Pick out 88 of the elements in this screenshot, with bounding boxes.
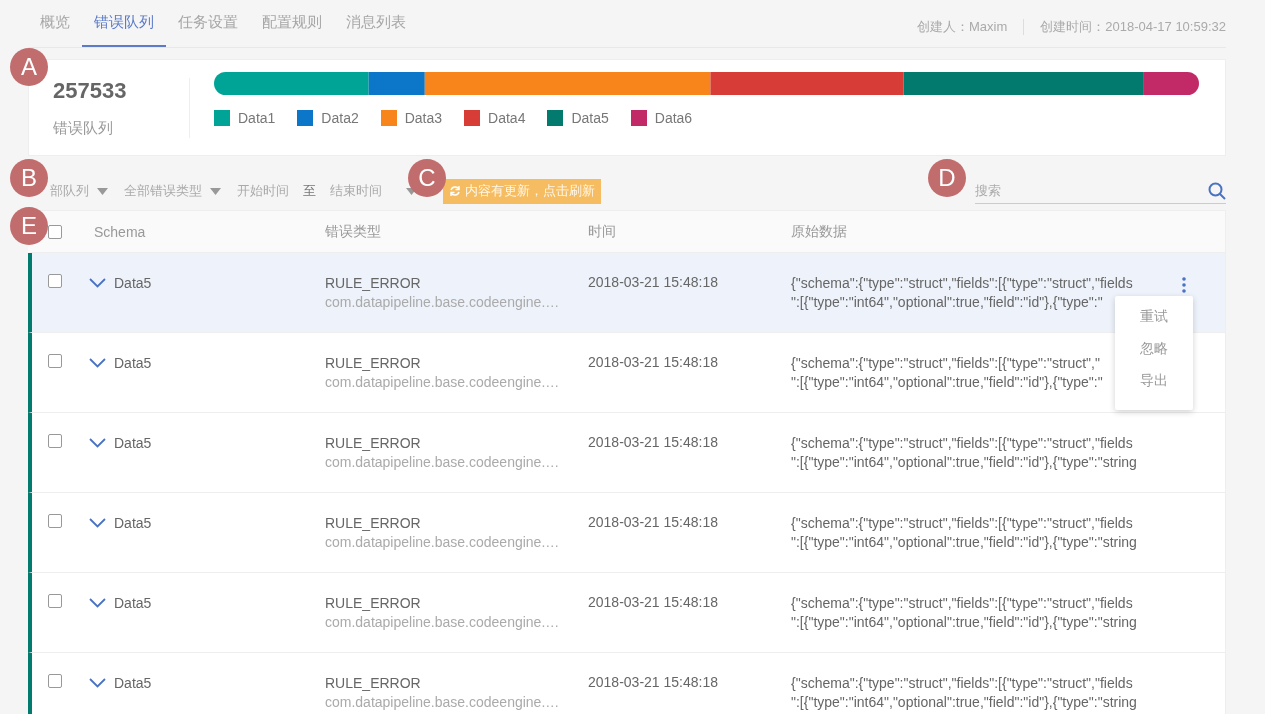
raw-data-line: ":[{"type":"int64","optional":true,"field":"id"},{"type":"	[791, 294, 1103, 310]
caret-icon	[97, 187, 108, 195]
legend-label: Data3	[404, 110, 443, 126]
row-checkbox[interactable]	[48, 594, 62, 608]
schema-cell: Data5	[114, 595, 152, 611]
annotation-marker: C	[408, 159, 446, 197]
tab[interactable]: 配置规则	[250, 13, 334, 47]
raw-data-line: {"schema":{"type":"struct","fields":[{"type":"struct","	[791, 355, 1100, 371]
queue-dropdown[interactable]: 部队列	[50, 182, 108, 200]
menu-item[interactable]: 忽略	[1115, 340, 1193, 372]
table-row[interactable]: Data5 RULE_ERROR com.datapipeline.base.codeengine.… 2018-03-21 15:48:18 {"schema":{"type":"struct","fields":[{"type":"struct","fields ":[{"type":"int64","optional":true,"field":"id"},{"type":"string	[28, 413, 1226, 493]
raw-data-line: ":[{"type":"int64","optional":true,"field":"id"},{"type":"string	[791, 534, 1137, 550]
column-header: Schema	[94, 223, 147, 240]
table-row[interactable]: Data5 RULE_ERROR com.datapipeline.base.codeengine.… 2018-03-21 15:48:18 {"schema":{"type":"struct","fields":[{"type":"struct","fields ":[{"type":"int64","optional":true,"field":"id"},{"type":"string	[28, 573, 1226, 653]
legend-label: Data6	[654, 110, 693, 126]
time-cell-text: 2018-03-21 15:48:18	[588, 514, 719, 530]
time-cell-text: 2018-03-21 15:48:18	[588, 274, 719, 290]
column-header: 原始数据	[791, 222, 848, 241]
error-type-dropdown[interactable]: 全部错误类型	[124, 182, 221, 200]
creator-text: 创建人：Maxim	[917, 18, 1008, 36]
time-cell-text: 2018-03-21 15:48:18	[588, 354, 719, 370]
annotation-marker: A	[10, 48, 48, 86]
row-checkbox[interactable]	[48, 674, 62, 688]
error-detail: com.datapipeline.base.codeengine.…	[325, 534, 560, 550]
summary-label: 错误队列	[53, 118, 114, 138]
tab[interactable]: 错误队列	[82, 13, 166, 47]
chevron-down-icon[interactable]	[89, 518, 106, 528]
time-cell-text: 2018-03-21 15:48:18	[588, 594, 719, 610]
raw-data-line: {"schema":{"type":"struct","fields":[{"type":"struct","fields	[791, 515, 1133, 531]
raw-data-line: ":[{"type":"int64","optional":true,"field":"id"},{"type":"string	[791, 694, 1137, 710]
column-header: 时间	[588, 222, 617, 241]
tab[interactable]: 消息列表	[334, 13, 418, 47]
annotation-marker: B	[10, 159, 48, 197]
table-row[interactable]: Data5 RULE_ERROR com.datapipeline.base.codeengine.… 2018-03-21 15:48:18 {"schema":{"type":"struct","fields":[{"type":"struct","fields ":[{"type":"int64","optional":true,"field":"id"},{"type":"string	[28, 653, 1226, 714]
chevron-down-icon[interactable]	[89, 278, 106, 288]
legend-label: Data4	[488, 110, 526, 126]
error-detail: com.datapipeline.base.codeengine.…	[325, 614, 560, 630]
legend-label: Data1	[238, 110, 276, 126]
raw-data-line: {"schema":{"type":"struct","fields":[{"type":"struct","fields	[791, 435, 1133, 451]
annotation-marker: D	[928, 159, 966, 197]
schema-cell: Data5	[114, 275, 152, 291]
error-type-cell: RULE_ERROR	[325, 595, 421, 611]
raw-data-line: {"schema":{"type":"struct","fields":[{"type":"struct","fields	[791, 675, 1133, 691]
menu-item[interactable]: 导出	[1115, 372, 1193, 404]
schema-cell: Data5	[114, 675, 152, 691]
schema-cell: Data5	[114, 515, 152, 531]
error-detail: com.datapipeline.base.codeengine.…	[325, 374, 560, 390]
legend-label: Data5	[571, 110, 609, 126]
error-type-cell: RULE_ERROR	[325, 435, 421, 451]
chevron-down-icon[interactable]	[89, 358, 106, 368]
caret-icon	[210, 187, 221, 195]
row-checkbox[interactable]	[48, 354, 62, 368]
chevron-down-icon[interactable]	[89, 438, 106, 448]
more-icon[interactable]	[1182, 277, 1186, 293]
chevron-down-icon[interactable]	[89, 678, 106, 688]
raw-data-line: ":[{"type":"int64","optional":true,"field":"id"},{"type":"	[791, 374, 1103, 390]
schema-cell: Data5	[114, 435, 152, 451]
search-field[interactable]: 搜索	[975, 183, 1208, 198]
row-checkbox[interactable]	[48, 434, 62, 448]
time-cell-text: 2018-03-21 15:48:18	[588, 674, 719, 690]
refresh-icon	[449, 185, 461, 197]
error-type-cell: RULE_ERROR	[325, 515, 421, 531]
schema-cell: Data5	[114, 355, 152, 371]
tab[interactable]: 任务设置	[166, 13, 250, 47]
legend-label: Data2	[321, 110, 359, 126]
created-time-text: 创建时间：2018-04-17 10:59:32	[1040, 18, 1226, 36]
annotation-marker: E	[10, 207, 48, 245]
raw-data-line: ":[{"type":"int64","optional":true,"field":"id"},{"type":"string	[791, 614, 1137, 630]
chevron-down-icon[interactable]	[89, 598, 106, 608]
raw-data-line: {"schema":{"type":"struct","fields":[{"type":"struct","fields	[791, 595, 1133, 611]
row-checkbox[interactable]	[48, 274, 62, 288]
error-detail: com.datapipeline.base.codeengine.…	[325, 694, 560, 710]
error-type-cell: RULE_ERROR	[325, 675, 421, 691]
raw-data-line: ":[{"type":"int64","optional":true,"field":"id"},{"type":"string	[791, 454, 1137, 470]
error-count: 257533	[53, 77, 128, 104]
error-detail: com.datapipeline.base.codeengine.…	[325, 294, 560, 310]
tab[interactable]: 概览	[28, 13, 82, 47]
refresh-button[interactable]: 内容有更新，点击刷新	[443, 178, 601, 204]
select-all-checkbox[interactable]	[48, 224, 62, 239]
row-checkbox[interactable]	[48, 514, 62, 528]
table-row[interactable]: Data5 RULE_ERROR com.datapipeline.base.codeengine.… 2018-03-21 15:48:18 {"schema":{"type":"struct","fields":[{"type":"struct","fields ":[{"type":"int64","optional":true,"field":"id"},{"type":"string	[28, 493, 1226, 573]
column-header: 错误类型	[325, 222, 382, 241]
error-type-cell: RULE_ERROR	[325, 355, 421, 371]
search-icon[interactable]	[1208, 181, 1226, 200]
error-type-cell: RULE_ERROR	[325, 275, 421, 291]
raw-data-line: {"schema":{"type":"struct","fields":[{"type":"struct","fields	[791, 275, 1133, 291]
time-cell-text: 2018-03-21 15:48:18	[588, 434, 719, 450]
error-detail: com.datapipeline.base.codeengine.…	[325, 454, 560, 470]
